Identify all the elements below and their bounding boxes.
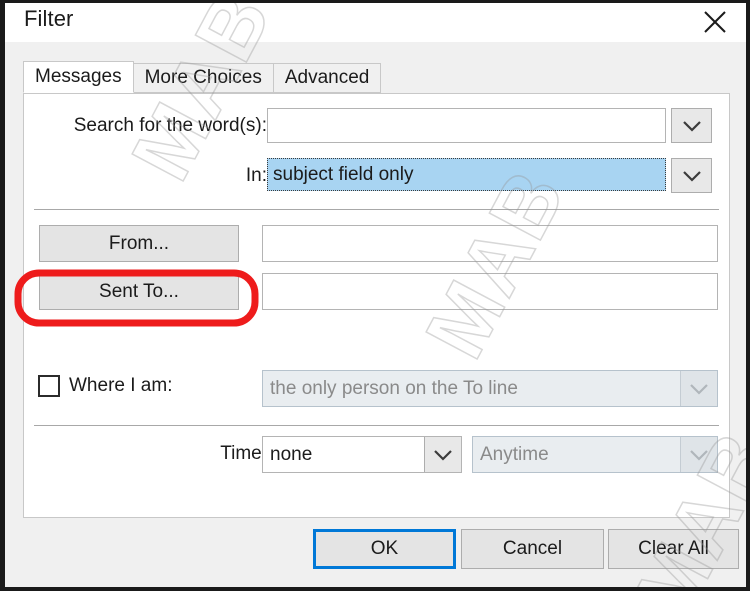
tab-messages[interactable]: Messages [23,61,134,93]
from-button[interactable]: From... [39,225,239,262]
tab-advanced-label: Advanced [284,67,370,88]
where-i-am-combobox[interactable]: the only person on the To line [262,370,718,407]
from-input[interactable] [262,225,718,262]
dialog-footer: OK Cancel Clear All [5,515,746,587]
search-words-label: Search for the word(s): [73,115,267,136]
separator-bottom [34,425,719,426]
where-i-am-row: Where I am: [38,375,172,397]
ok-button[interactable]: OK [313,529,456,569]
tab-messages-label: Messages [35,66,122,87]
time-label: Time: [220,443,267,464]
time-range-dropdown-button[interactable] [680,437,717,472]
chevron-down-icon [682,170,701,182]
chevron-down-icon [682,120,701,132]
time-range-combobox[interactable]: Anytime [472,436,718,473]
dialog-body: Messages More Choices Advanced Search fo… [5,42,746,587]
close-icon[interactable] [691,3,737,39]
tab-more-choices[interactable]: More Choices [132,63,274,93]
chevron-down-icon [690,449,708,461]
chevron-down-icon [690,383,708,395]
where-i-am-label: Where I am: [69,375,173,396]
sent-to-button[interactable]: Sent To... [39,273,239,310]
time-range-value: Anytime [480,443,549,465]
where-i-am-checkbox[interactable] [38,375,60,397]
cancel-button[interactable]: Cancel [461,529,604,569]
sent-to-input[interactable] [262,273,718,310]
time-combobox[interactable]: none [262,436,462,473]
in-dropdown-button[interactable] [671,158,712,193]
chevron-down-icon [434,449,452,461]
title-bar: Filter [5,3,746,42]
messages-tab-panel: Search for the word(s): In: subject fiel… [23,93,730,518]
clear-all-button[interactable]: Clear All [608,529,739,569]
tab-advanced[interactable]: Advanced [272,63,382,93]
separator-top [34,209,719,210]
tab-strip: Messages More Choices Advanced [23,61,382,93]
close-glyph [704,11,726,33]
where-i-am-value: the only person on the To line [270,377,518,399]
filter-dialog-window: Filter Messages More Choices Advanced Se… [0,0,750,591]
in-label: In: [245,165,267,186]
time-value: none [270,443,313,465]
time-dropdown-button[interactable] [424,437,461,472]
dialog-title: Filter [24,6,74,31]
search-words-input[interactable] [267,108,666,143]
search-words-dropdown-button[interactable] [671,108,712,143]
in-combobox-value[interactable]: subject field only [266,157,667,192]
where-i-am-dropdown-button[interactable] [680,371,717,406]
tab-more-choices-label: More Choices [144,67,262,88]
